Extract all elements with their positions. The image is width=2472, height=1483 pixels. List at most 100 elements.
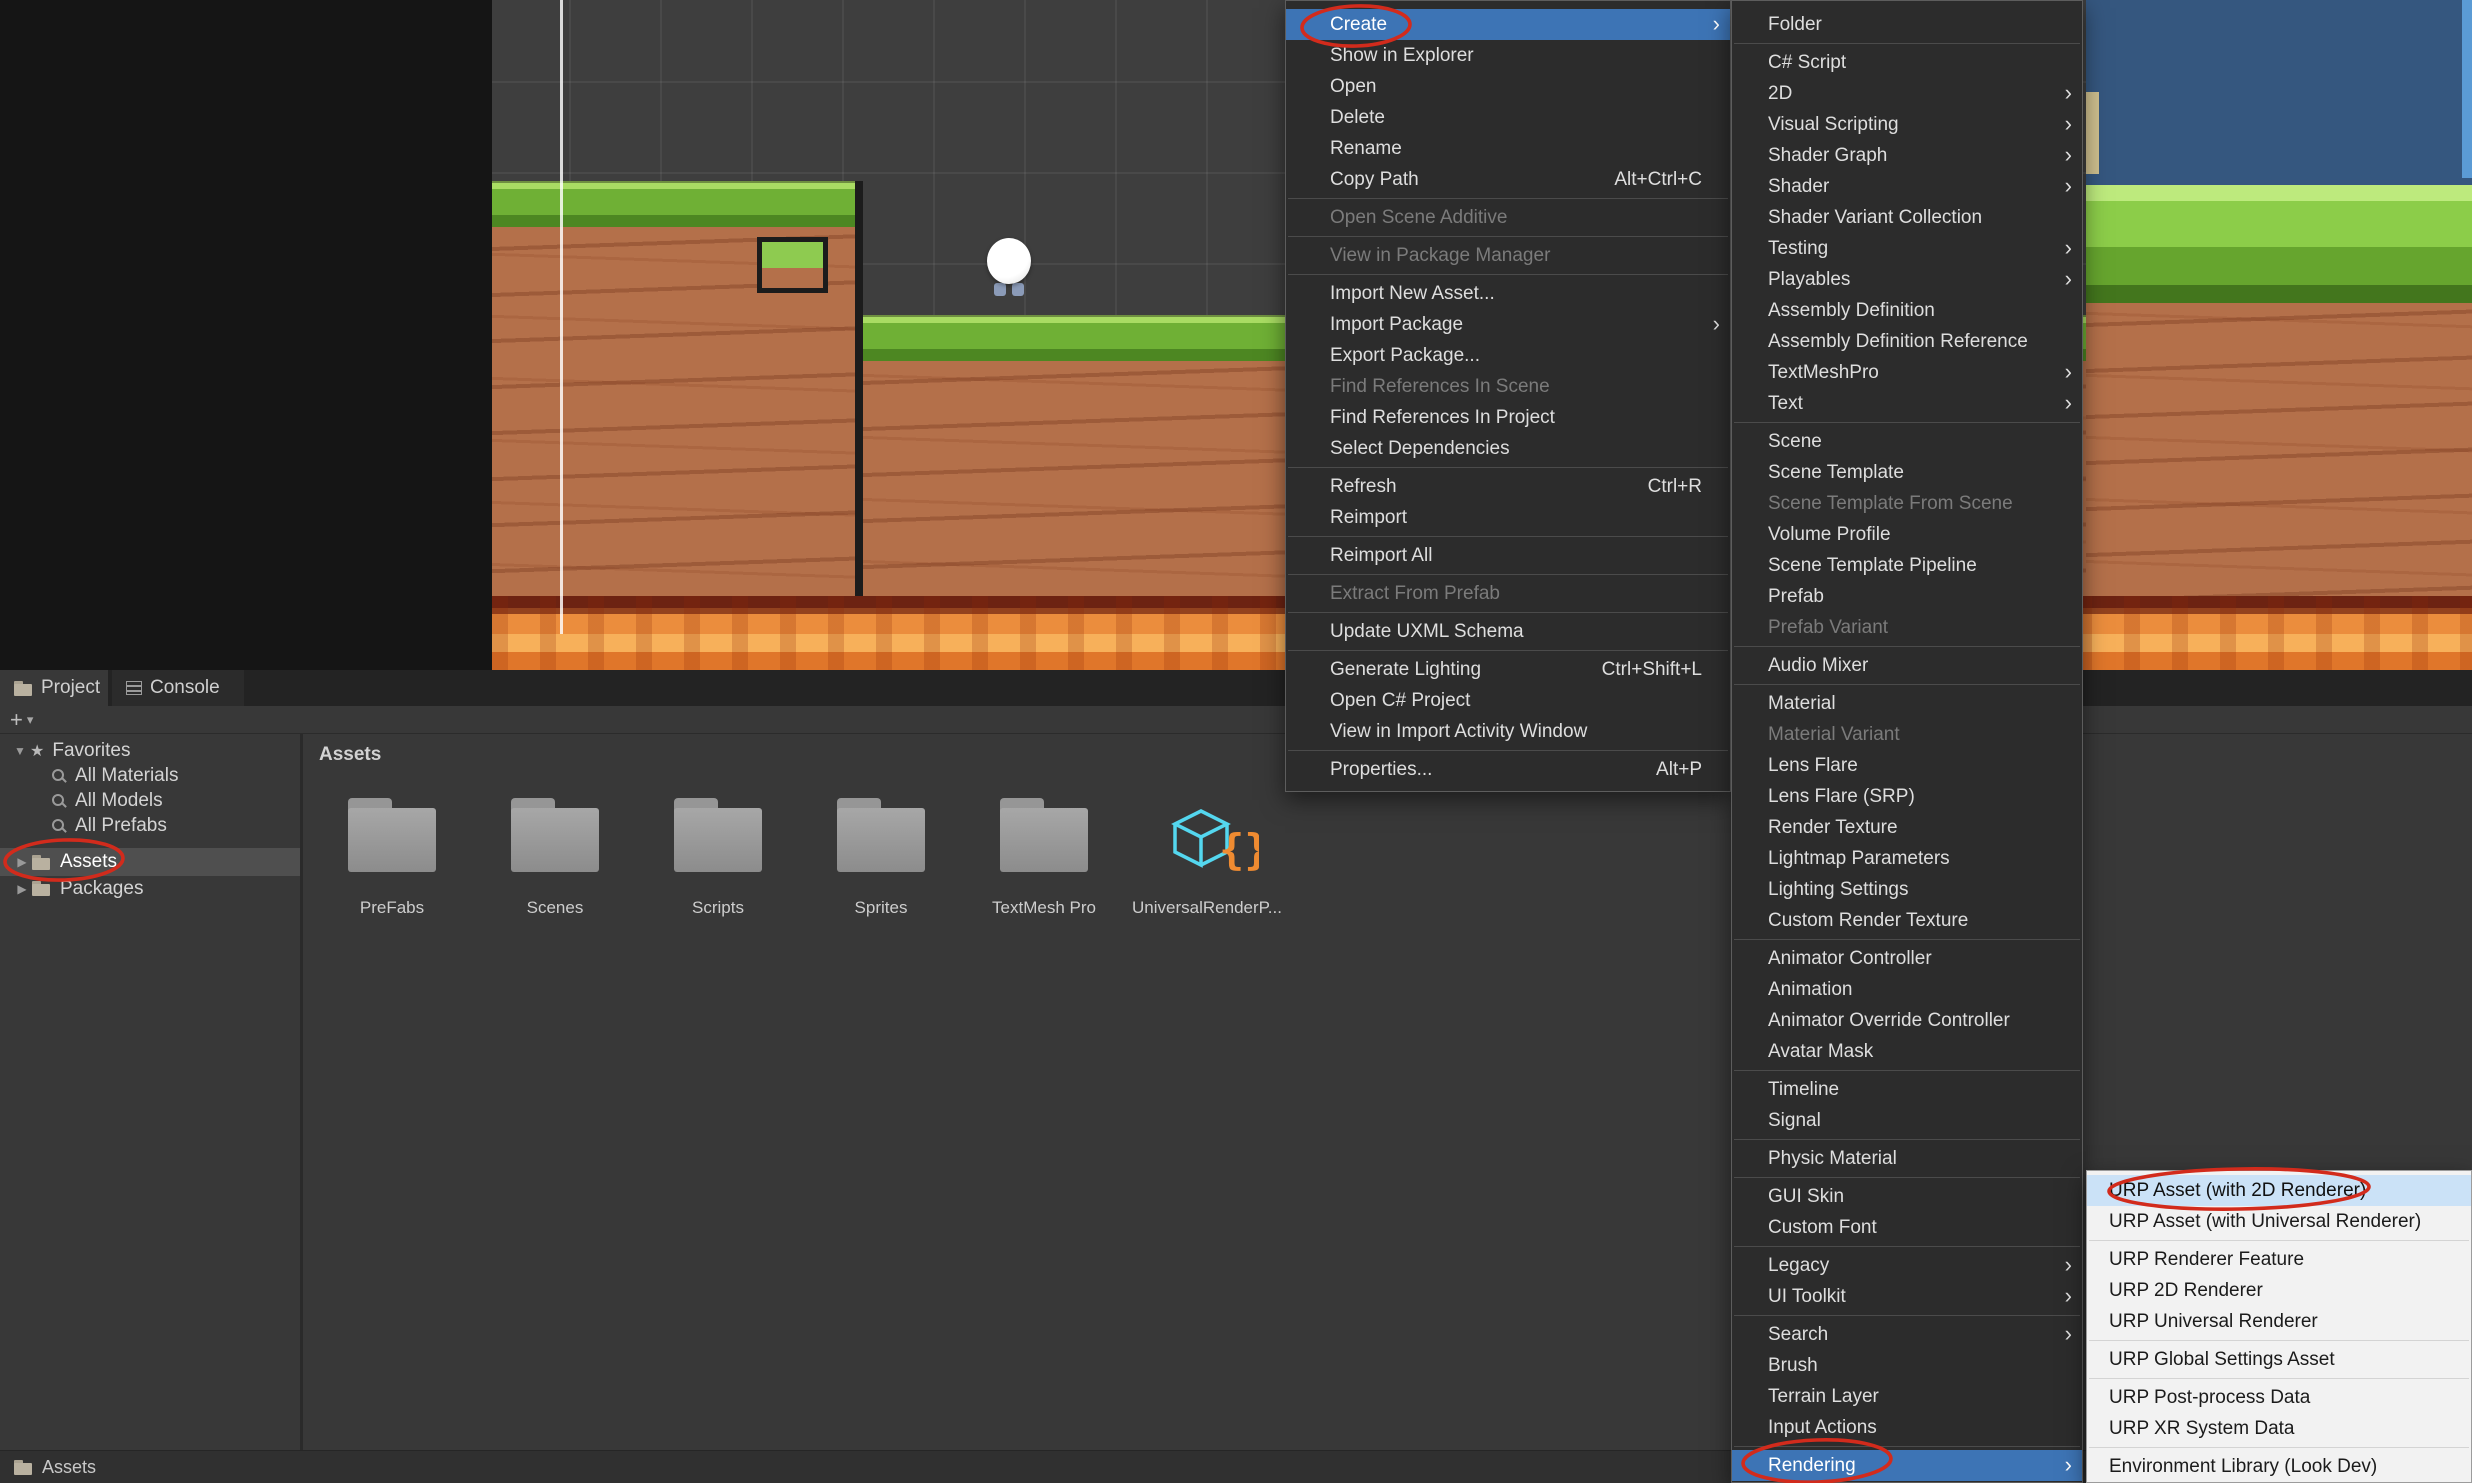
player-sprite[interactable] (986, 238, 1032, 296)
menu-item-urp-asset-with-2d-renderer[interactable]: URP Asset (with 2D Renderer) (2087, 1175, 2471, 1206)
menu-item-select-dependencies[interactable]: Select Dependencies (1286, 433, 1730, 464)
menu-item-animator-override-controller[interactable]: Animator Override Controller (1732, 1005, 2082, 1036)
menu-item-properties[interactable]: Properties...Alt+P (1286, 754, 1730, 785)
menu-item-prefab[interactable]: Prefab (1732, 581, 2082, 612)
menu-item-material[interactable]: Material (1732, 688, 2082, 719)
menu-item-urp-renderer-feature[interactable]: URP Renderer Feature (2087, 1244, 2471, 1275)
menu-item-urp-xr-system-data[interactable]: URP XR System Data (2087, 1413, 2471, 1444)
menu-item-reimport-all[interactable]: Reimport All (1286, 540, 1730, 571)
asset-tile[interactable]: PreFabs (317, 790, 467, 970)
menu-item-urp-asset-with-universal-renderer[interactable]: URP Asset (with Universal Renderer) (2087, 1206, 2471, 1237)
menu-item-timeline[interactable]: Timeline (1732, 1074, 2082, 1105)
menu-item-input-actions[interactable]: Input Actions (1732, 1412, 2082, 1443)
menu-item-shader-variant-collection[interactable]: Shader Variant Collection (1732, 202, 2082, 233)
menu-item-visual-scripting[interactable]: Visual Scripting› (1732, 109, 2082, 140)
menu-item-import-new-asset[interactable]: Import New Asset... (1286, 278, 1730, 309)
folder-shape (829, 796, 933, 874)
favorites-header[interactable]: ▼ ★ Favorites (0, 738, 300, 763)
menu-item-ui-toolkit[interactable]: UI Toolkit› (1732, 1281, 2082, 1312)
menu-item-urp-universal-renderer[interactable]: URP Universal Renderer (2087, 1306, 2471, 1337)
menu-item-scene-template-pipeline[interactable]: Scene Template Pipeline (1732, 550, 2082, 581)
menu-item-update-uxml-schema[interactable]: Update UXML Schema (1286, 616, 1730, 647)
menu-item-avatar-mask[interactable]: Avatar Mask (1732, 1036, 2082, 1067)
menu-item-rename[interactable]: Rename (1286, 133, 1730, 164)
menu-item-label: Find References In Scene (1330, 376, 1550, 397)
menu-item-signal[interactable]: Signal (1732, 1105, 2082, 1136)
sky-scrollbar-sliver (2462, 0, 2472, 178)
menu-item-export-package[interactable]: Export Package... (1286, 340, 1730, 371)
asset-tile[interactable]: Scripts (643, 790, 793, 970)
asset-tile[interactable]: {}UniversalRenderP... (1132, 790, 1282, 970)
menu-item-lightmap-parameters[interactable]: Lightmap Parameters (1732, 843, 2082, 874)
add-asset-button[interactable]: + (10, 709, 23, 731)
floating-block-sprite[interactable] (757, 237, 828, 293)
chevron-right-icon[interactable]: ▶ (12, 882, 32, 896)
dropdown-caret-icon[interactable]: ▾ (27, 712, 34, 728)
menu-item-c-script[interactable]: C# Script (1732, 47, 2082, 78)
menu-item-animator-controller[interactable]: Animator Controller (1732, 943, 2082, 974)
menu-item-shader-graph[interactable]: Shader Graph› (1732, 140, 2082, 171)
menu-item-show-in-explorer[interactable]: Show in Explorer (1286, 40, 1730, 71)
menu-item-open[interactable]: Open (1286, 71, 1730, 102)
menu-item-custom-render-texture[interactable]: Custom Render Texture (1732, 905, 2082, 936)
menu-item-playables[interactable]: Playables› (1732, 264, 2082, 295)
scene-view[interactable] (0, 0, 2472, 670)
menu-item-scene-template[interactable]: Scene Template (1732, 457, 2082, 488)
menu-item-textmeshpro[interactable]: TextMeshPro› (1732, 357, 2082, 388)
menu-item-label: Assembly Definition Reference (1768, 331, 2028, 352)
menu-item-lighting-settings[interactable]: Lighting Settings (1732, 874, 2082, 905)
tab-project[interactable]: Project (0, 670, 108, 706)
asset-tile[interactable]: Sprites (806, 790, 956, 970)
menu-item-urp-post-process-data[interactable]: URP Post-process Data (2087, 1382, 2471, 1413)
menu-item-import-package[interactable]: Import Package› (1286, 309, 1730, 340)
favorites-item[interactable]: All Prefabs (0, 813, 300, 838)
menu-item-brush[interactable]: Brush (1732, 1350, 2082, 1381)
menu-item-folder[interactable]: Folder (1732, 9, 2082, 40)
menu-item-render-texture[interactable]: Render Texture (1732, 812, 2082, 843)
menu-item-volume-profile[interactable]: Volume Profile (1732, 519, 2082, 550)
menu-item-reimport[interactable]: Reimport (1286, 502, 1730, 533)
menu-item-environment-library-look-dev[interactable]: Environment Library (Look Dev) (2087, 1451, 2471, 1482)
menu-item-create[interactable]: Create› (1286, 9, 1730, 40)
menu-item-copy-path[interactable]: Copy PathAlt+Ctrl+C (1286, 164, 1730, 195)
menu-item-open-c-project[interactable]: Open C# Project (1286, 685, 1730, 716)
favorites-item[interactable]: All Models (0, 788, 300, 813)
tree-item-assets[interactable]: ▶ Assets (0, 848, 300, 876)
menu-item-search[interactable]: Search› (1732, 1319, 2082, 1350)
menu-item-terrain-layer[interactable]: Terrain Layer (1732, 1381, 2082, 1412)
tree-item-packages[interactable]: ▶ Packages (0, 876, 300, 901)
menu-item-text[interactable]: Text› (1732, 388, 2082, 419)
menu-item-refresh[interactable]: RefreshCtrl+R (1286, 471, 1730, 502)
menu-item-animation[interactable]: Animation (1732, 974, 2082, 1005)
favorites-item[interactable]: All Materials (0, 763, 300, 788)
menu-item-urp-2d-renderer[interactable]: URP 2D Renderer (2087, 1275, 2471, 1306)
menu-item-generate-lighting[interactable]: Generate LightingCtrl+Shift+L (1286, 654, 1730, 685)
menu-item-label: Timeline (1768, 1079, 1839, 1100)
menu-item-delete[interactable]: Delete (1286, 102, 1730, 133)
asset-tile[interactable]: TextMesh Pro (969, 790, 1119, 970)
menu-item-audio-mixer[interactable]: Audio Mixer (1732, 650, 2082, 681)
menu-item-find-references-in-project[interactable]: Find References In Project (1286, 402, 1730, 433)
platform-edge-line (855, 181, 863, 599)
menu-item-lens-flare[interactable]: Lens Flare (1732, 750, 2082, 781)
menu-item-urp-global-settings-asset[interactable]: URP Global Settings Asset (2087, 1344, 2471, 1375)
menu-item-label: Prefab (1768, 586, 1824, 607)
menu-item-assembly-definition-reference[interactable]: Assembly Definition Reference (1732, 326, 2082, 357)
menu-item-physic-material[interactable]: Physic Material (1732, 1143, 2082, 1174)
tab-console[interactable]: Console (112, 670, 244, 706)
chevron-right-icon[interactable]: ▶ (12, 855, 32, 869)
menu-item-rendering[interactable]: Rendering› (1732, 1450, 2082, 1481)
chevron-down-icon[interactable]: ▼ (10, 744, 30, 758)
menu-item-legacy[interactable]: Legacy› (1732, 1250, 2082, 1281)
asset-tile[interactable]: Scenes (480, 790, 630, 970)
menu-item-custom-font[interactable]: Custom Font (1732, 1212, 2082, 1243)
menu-item-label: Physic Material (1768, 1148, 1897, 1169)
menu-item-assembly-definition[interactable]: Assembly Definition (1732, 295, 2082, 326)
menu-item-gui-skin[interactable]: GUI Skin (1732, 1181, 2082, 1212)
menu-item-testing[interactable]: Testing› (1732, 233, 2082, 264)
menu-item-2d[interactable]: 2D› (1732, 78, 2082, 109)
menu-item-view-in-import-activity-window[interactable]: View in Import Activity Window (1286, 716, 1730, 747)
menu-item-scene[interactable]: Scene (1732, 426, 2082, 457)
menu-item-shader[interactable]: Shader› (1732, 171, 2082, 202)
menu-item-lens-flare-srp[interactable]: Lens Flare (SRP) (1732, 781, 2082, 812)
